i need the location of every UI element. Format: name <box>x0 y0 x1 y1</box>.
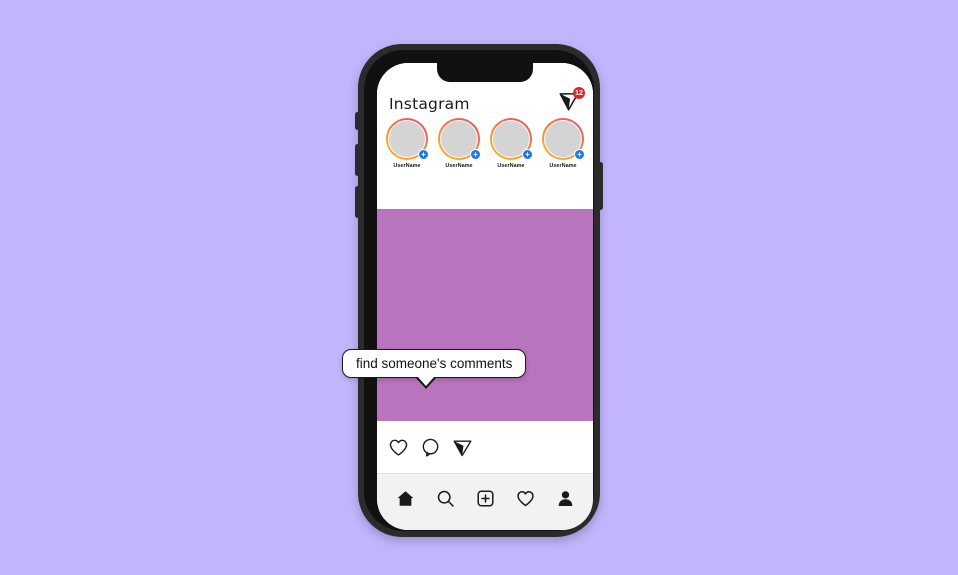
callout-tooltip: find someone's comments <box>342 349 527 389</box>
story-item[interactable]: + UserName <box>383 118 431 169</box>
direct-message-button[interactable]: 12 <box>557 87 585 112</box>
post-actions-bar <box>377 421 593 473</box>
story-item[interactable]: + UserName <box>435 118 483 169</box>
person-icon[interactable] <box>556 489 575 508</box>
tooltip-arrow-fill <box>417 376 434 386</box>
plus-square-icon[interactable] <box>476 489 495 508</box>
story-add-badge[interactable]: + <box>522 149 533 160</box>
volume-down-button[interactable] <box>355 186 360 218</box>
phone-notch <box>437 63 533 82</box>
story-add-badge[interactable]: + <box>418 149 429 160</box>
story-item[interactable]: + UserName <box>487 118 535 169</box>
story-ring: + <box>542 118 585 160</box>
silent-switch-button[interactable] <box>355 112 360 130</box>
phone-bezel: Instagram 12 + UserName + UserName + Use… <box>364 50 594 531</box>
story-ring: + <box>438 118 481 160</box>
bottom-navigation-bar <box>377 473 593 530</box>
story-username: UserName <box>549 163 577 169</box>
story-username: UserName <box>445 163 473 169</box>
story-add-badge[interactable]: + <box>470 149 481 160</box>
story-ring: + <box>386 118 429 160</box>
dm-unread-badge: 12 <box>573 87 585 99</box>
search-icon[interactable] <box>436 489 455 508</box>
heart-icon[interactable] <box>388 437 409 458</box>
home-icon[interactable] <box>396 489 415 508</box>
volume-up-button[interactable] <box>355 144 360 176</box>
story-username: UserName <box>497 163 525 169</box>
story-item[interactable]: + UserName <box>539 118 587 169</box>
tooltip-text: find someone's comments <box>356 356 513 371</box>
post-image[interactable] <box>377 209 593 421</box>
comment-bubble-icon[interactable] <box>420 437 441 458</box>
stories-row: + UserName + UserName + UserName + UserN… <box>377 118 593 185</box>
instagram-wordmark: Instagram <box>389 94 470 113</box>
phone-screen: Instagram 12 + UserName + UserName + Use… <box>377 63 593 530</box>
power-button[interactable] <box>598 162 603 210</box>
story-add-badge[interactable]: + <box>574 149 585 160</box>
paper-plane-icon[interactable] <box>452 437 473 458</box>
story-username: UserName <box>393 163 421 169</box>
phone-frame: Instagram 12 + UserName + UserName + Use… <box>355 44 603 537</box>
story-ring: + <box>490 118 533 160</box>
heart-icon[interactable] <box>516 489 535 508</box>
